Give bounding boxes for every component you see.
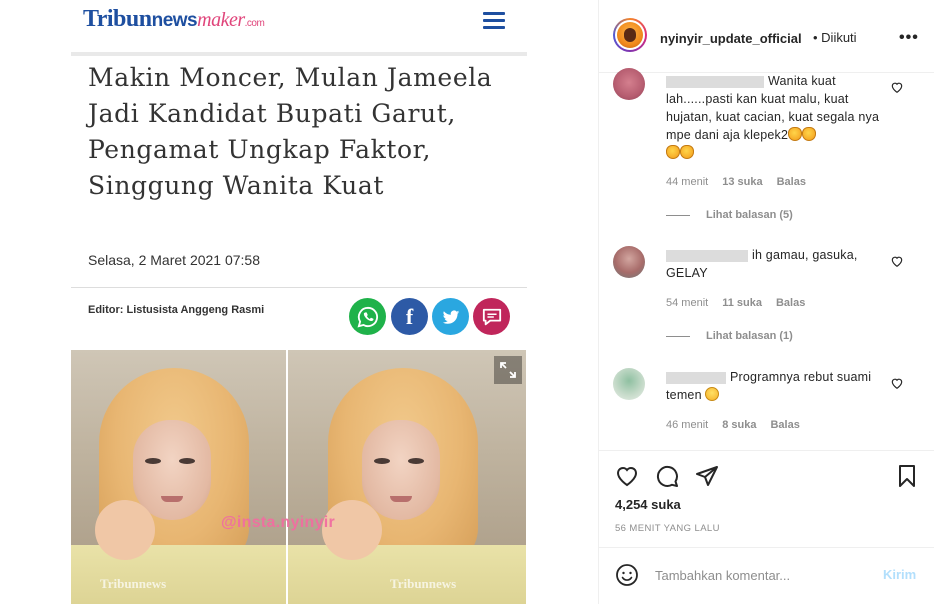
redacted-username[interactable] — [666, 249, 748, 262]
mulan-photo-right — [288, 350, 526, 604]
add-comment-input[interactable] — [655, 560, 865, 590]
comment-meta: 44 menit 13 suka Balas — [666, 176, 820, 188]
account-username[interactable]: nyinyir_update_official — [660, 31, 802, 46]
comment-text: Programnya rebut suami temen — [666, 368, 888, 404]
commenter-avatar[interactable] — [613, 246, 645, 278]
post-timestamp[interactable]: 56 MENIT YANG LALU — [615, 523, 720, 534]
share-paper-plane-icon[interactable] — [695, 464, 719, 488]
tribunnews-logo: Tribunnewsmaker.com — [83, 6, 265, 33]
follow-status[interactable]: • Diikuti — [813, 30, 857, 45]
logo-com: .com — [244, 18, 265, 29]
view-replies-button[interactable]: Lihat balasan (5) — [666, 209, 793, 221]
more-options-icon[interactable]: ••• — [899, 29, 919, 47]
header-divider — [71, 52, 527, 56]
like-heart-icon[interactable] — [615, 464, 639, 488]
comment-time: 54 menit — [666, 297, 709, 309]
reply-button[interactable]: Balas — [777, 176, 806, 188]
mulan-photo-left — [71, 350, 286, 604]
hamburger-menu-icon — [483, 12, 505, 30]
comment-text: ih gamau, gasuka, GELAY — [666, 246, 888, 282]
view-replies-label: Lihat balasan (5) — [706, 209, 793, 221]
photo-credit-left: Tribunnews — [100, 576, 167, 591]
comment-share-icon — [473, 298, 510, 335]
comment-likes[interactable]: 11 suka — [722, 297, 762, 309]
comment-text: Wanita kuat lah......pasti kan kuat malu… — [666, 72, 888, 162]
post-comment-button[interactable]: Kirim — [883, 567, 916, 582]
logo-maker: maker — [197, 9, 245, 31]
article-editor: Editor: Listusista Anggeng Rasmi — [88, 304, 265, 316]
comment-bubble-icon[interactable] — [655, 464, 679, 488]
commenter-avatar[interactable] — [613, 368, 645, 400]
comment-likes[interactable]: 8 suka — [722, 419, 756, 431]
instagram-panel: nyinyir_update_official • Diikuti ••• Wa… — [598, 0, 934, 604]
twitter-icon — [432, 298, 469, 335]
comment-meta: 46 menit 8 suka Balas — [666, 419, 814, 431]
comment-like-heart-icon[interactable] — [890, 80, 904, 94]
view-replies-button[interactable]: Lihat balasan (1) — [666, 330, 793, 342]
post-header: nyinyir_update_official • Diikuti ••• — [599, 0, 934, 73]
save-bookmark-icon[interactable] — [895, 464, 919, 488]
comment-like-heart-icon[interactable] — [890, 254, 904, 268]
comment-likes[interactable]: 13 suka — [722, 176, 762, 188]
whatsapp-icon — [349, 298, 386, 335]
instagram-watermark: @insta.nyinyir — [221, 514, 336, 531]
expand-icon[interactable] — [494, 356, 522, 384]
comment-item: Wanita kuat lah......pasti kan kuat malu… — [613, 68, 923, 228]
comment-item: ih gamau, gasuka, GELAY 54 menit 11 suka B… — [613, 246, 923, 346]
clap-emoji-icon — [802, 127, 817, 141]
redacted-username[interactable] — [666, 371, 726, 384]
likes-count[interactable]: 4,254 suka — [615, 497, 681, 512]
article-headline: Makin Moncer, Mulan Jameela Jadi Kandida… — [88, 63, 493, 200]
comment-like-heart-icon[interactable] — [890, 376, 904, 390]
comment-time: 44 menit — [666, 176, 709, 188]
laughing-emoji-icon — [705, 387, 720, 401]
logo-news: news — [151, 10, 198, 31]
account-avatar[interactable] — [613, 18, 647, 52]
reply-button[interactable]: Balas — [770, 419, 799, 431]
commenter-avatar[interactable] — [613, 68, 645, 100]
clap-emoji-icon — [788, 127, 803, 141]
actions-divider — [599, 450, 934, 451]
photo-credit-right: Tribunnews — [390, 576, 457, 591]
facebook-icon: f — [391, 298, 428, 335]
post-image[interactable]: Tribunnewsmaker.com Makin Moncer, Mulan … — [0, 0, 598, 604]
logo-tribun: Tribun — [83, 6, 152, 32]
site-header: Tribunnewsmaker.com — [71, 0, 527, 52]
date-divider — [71, 287, 527, 288]
view-replies-label: Lihat balasan (1) — [706, 330, 793, 342]
comment-box-divider — [599, 547, 934, 548]
emoji-picker-icon[interactable] — [615, 563, 639, 587]
reply-button[interactable]: Balas — [776, 297, 805, 309]
clap-emoji-icon — [666, 145, 680, 159]
redacted-username[interactable] — [666, 75, 764, 88]
comment-meta: 54 menit 11 suka Balas — [666, 297, 819, 309]
clap-emoji-icon — [680, 145, 694, 159]
article-date: Selasa, 2 Maret 2021 07:58 — [88, 252, 261, 268]
comment-time: 46 menit — [666, 419, 709, 431]
comment-item: Programnya rebut suami temen 46 menit 8 s… — [613, 368, 923, 438]
